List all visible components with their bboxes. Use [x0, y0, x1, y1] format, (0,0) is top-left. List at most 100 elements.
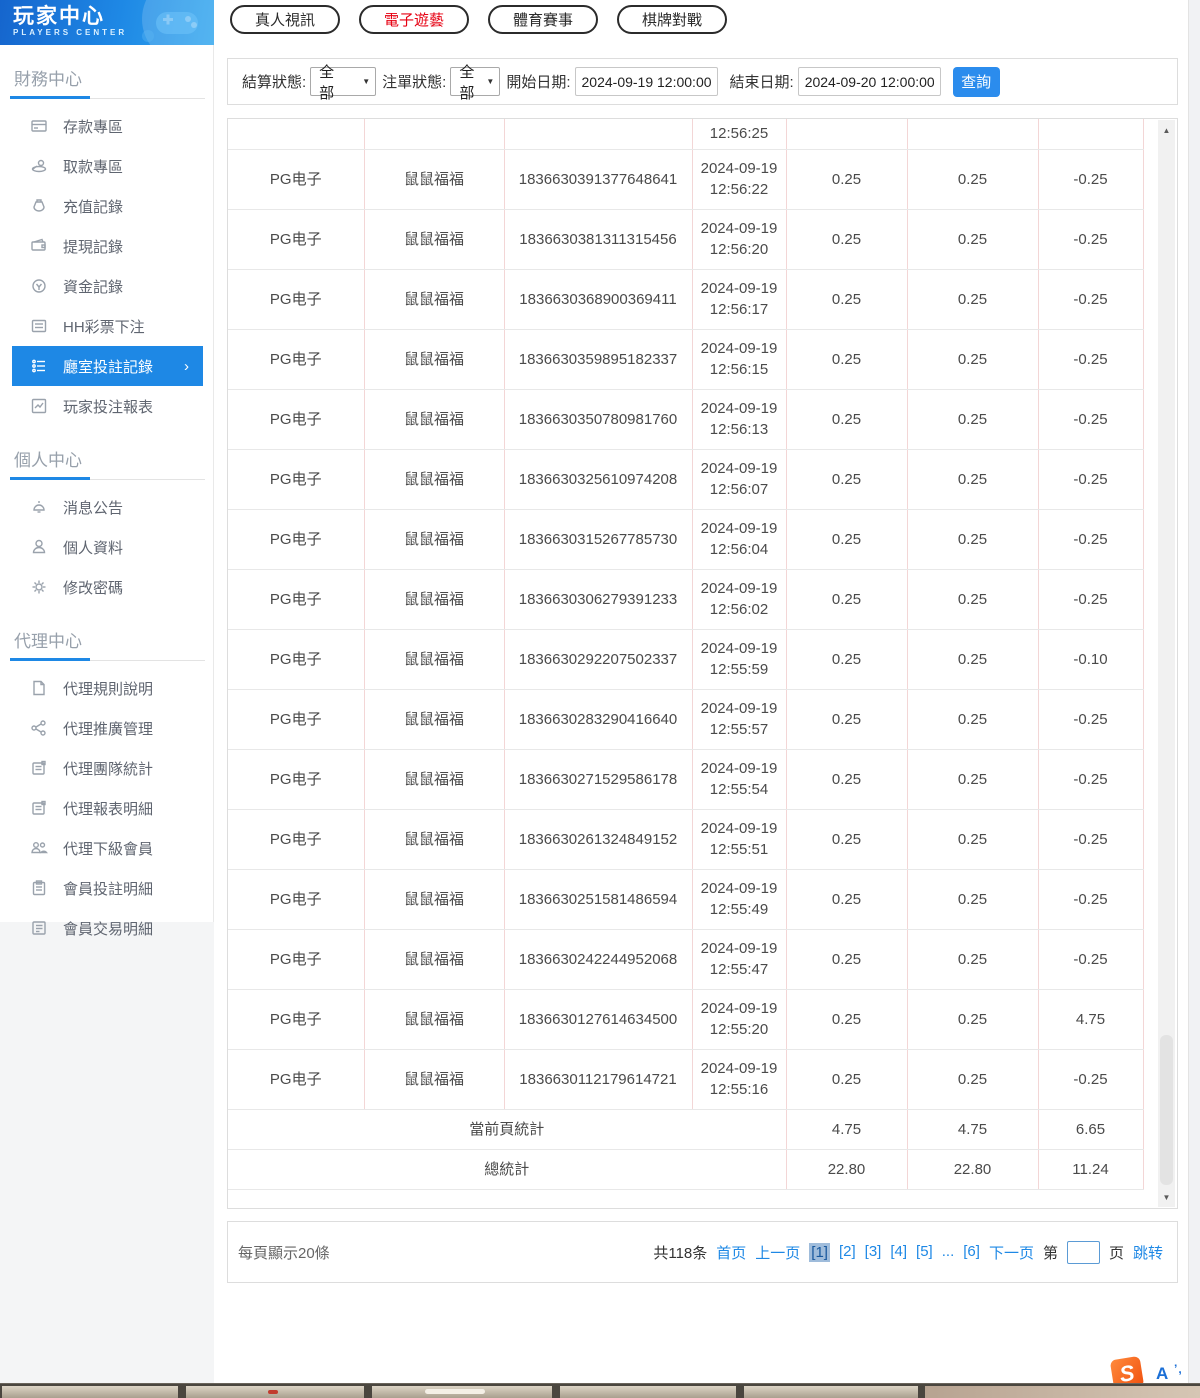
sidebar-logo: 玩家中心 PLAYERS CENTER	[0, 0, 214, 45]
sidebar-item-存款專區[interactable]: 存款專區	[0, 106, 213, 146]
scroll-up-arrow-icon[interactable]: ▲	[1158, 122, 1175, 138]
sidebar-item-label: 會員投註明細	[63, 878, 153, 899]
cell-provider: PG电子	[228, 449, 364, 509]
tab-真人視訊[interactable]: 真人視訊	[230, 5, 340, 34]
sidebar-item-提現記錄[interactable]: 提現記錄	[0, 226, 213, 266]
table-row: PG电子鼠鼠福福18366303813113154562024-09-1912:…	[228, 209, 1143, 269]
ime-mode-letter[interactable]: A	[1156, 1364, 1168, 1384]
sidebar-item-會員投註明細[interactable]: 會員投註明細	[0, 868, 213, 908]
cell-valid-bet: 0.25	[907, 809, 1038, 869]
jump-button[interactable]: 跳转	[1133, 1242, 1163, 1263]
table-scrollbar[interactable]: ▲ ▼	[1158, 120, 1175, 1207]
cell-empty	[786, 119, 907, 149]
cell-time: 2024-09-1912:56:04	[692, 509, 786, 569]
chevron-down-icon: ▼	[362, 77, 370, 86]
page-link-3[interactable]: [3]	[865, 1243, 882, 1262]
tab-電子遊藝[interactable]: 電子遊藝	[359, 5, 469, 34]
sidebar-item-label: 代理下級會員	[63, 838, 153, 859]
window-thumbnail[interactable]	[560, 1386, 736, 1398]
cell-game: 鼠鼠福福	[364, 269, 504, 329]
sidebar-item-個人資料[interactable]: 個人資料	[0, 527, 213, 567]
next-page-link[interactable]: 下一页	[989, 1242, 1034, 1263]
order-status-value: 全部	[459, 61, 478, 103]
sidebar-item-代理報表明細[interactable]: 代理報表明細	[0, 788, 213, 828]
page-link-4[interactable]: [4]	[890, 1243, 907, 1262]
sidebar-item-代理團隊統計[interactable]: 代理團隊統計	[0, 748, 213, 788]
cell-valid-bet: 0.25	[907, 209, 1038, 269]
end-date-input[interactable]	[798, 67, 941, 96]
cell-game: 鼠鼠福福	[364, 329, 504, 389]
cell-valid-bet: 0.25	[907, 749, 1038, 809]
cell-game: 鼠鼠福福	[364, 449, 504, 509]
page-link-5[interactable]: [5]	[916, 1243, 933, 1262]
sidebar-item-消息公告[interactable]: 消息公告	[0, 487, 213, 527]
cell-valid-bet: 0.25	[907, 389, 1038, 449]
cell-profit: -0.25	[1038, 449, 1143, 509]
browser-scrollbar[interactable]	[1188, 0, 1200, 1398]
cell-provider: PG电子	[228, 869, 364, 929]
cell-bet-amount: 0.25	[786, 149, 907, 209]
sidebar-item-資金記錄[interactable]: 資金記錄	[0, 266, 213, 306]
page-link-1[interactable]: [1]	[809, 1243, 830, 1262]
window-thumbnail[interactable]	[925, 1386, 1200, 1398]
settle-status-select[interactable]: 全部 ▼	[310, 67, 376, 96]
scroll-down-arrow-icon[interactable]: ▼	[1158, 1189, 1175, 1205]
main-content: 真人視訊電子遊藝體育賽事棋牌對戰 結算狀態: 全部 ▼ 注單狀態: 全部 ▼ 開…	[214, 0, 1200, 1398]
cell-bet-amount: 0.25	[786, 329, 907, 389]
cell-provider: PG电子	[228, 389, 364, 449]
start-date-input[interactable]	[575, 67, 718, 96]
report-chart-icon	[30, 397, 48, 415]
cell-bet-amount: 0.25	[786, 569, 907, 629]
cell-order-id: 1836630292207502337	[504, 629, 692, 689]
jump-page-input[interactable]	[1067, 1241, 1100, 1264]
bet-records-table-panel: 12:56:25PG电子鼠鼠福福18366303913776486412024-…	[227, 118, 1178, 1209]
cell-order-id: 1836630242244952068	[504, 929, 692, 989]
cell-provider: PG电子	[228, 689, 364, 749]
cell-time: 2024-09-1912:55:51	[692, 809, 786, 869]
sidebar-item-label: 廳室投註記錄	[63, 356, 153, 377]
tab-體育賽事[interactable]: 體育賽事	[488, 5, 598, 34]
table-row: PG电子鼠鼠福福18366302715295861782024-09-1912:…	[228, 749, 1143, 809]
cell-game: 鼠鼠福福	[364, 689, 504, 749]
sidebar-item-代理推廣管理[interactable]: 代理推廣管理	[0, 708, 213, 748]
jump-suffix-text: 页	[1109, 1242, 1124, 1263]
cell-profit: -0.25	[1038, 689, 1143, 749]
cell-time: 2024-09-1912:56:22	[692, 149, 786, 209]
cell-time: 2024-09-1912:55:59	[692, 629, 786, 689]
window-thumbnail[interactable]	[744, 1386, 918, 1398]
sidebar-item-代理下級會員[interactable]: 代理下級會員	[0, 828, 213, 868]
prev-page-link[interactable]: 上一页	[755, 1242, 800, 1263]
cell-time: 2024-09-1912:55:57	[692, 689, 786, 749]
sidebar-item-廳室投註記錄[interactable]: 廳室投註記錄›	[12, 346, 203, 386]
sidebar-item-會員交易明細[interactable]: 會員交易明細	[0, 908, 213, 948]
sidebar-item-玩家投注報表[interactable]: 玩家投注報表	[0, 386, 213, 426]
page-link-2[interactable]: [2]	[839, 1243, 856, 1262]
page-ellipsis: ...	[942, 1243, 955, 1262]
members-icon	[30, 839, 48, 857]
window-thumbnail[interactable]	[2, 1386, 178, 1398]
sidebar-item-取款專區[interactable]: 取款專區	[0, 146, 213, 186]
sidebar-item-代理規則說明[interactable]: 代理規則說明	[0, 668, 213, 708]
sidebar-item-充值記錄[interactable]: 充值記錄	[0, 186, 213, 226]
start-date-label: 開始日期:	[506, 71, 570, 92]
table-scrollbar-thumb[interactable]	[1160, 1035, 1173, 1185]
sidebar-item-label: 存款專區	[63, 116, 123, 137]
search-button[interactable]: 查詢	[953, 67, 1000, 97]
sidebar-item-HH彩票下注[interactable]: HH彩票下注	[0, 306, 213, 346]
page-link-6[interactable]: [6]	[963, 1243, 980, 1262]
cell-order-id: 1836630350780981760	[504, 389, 692, 449]
cell-profit: -0.25	[1038, 809, 1143, 869]
jump-prefix-text: 第	[1043, 1242, 1058, 1263]
first-page-link[interactable]: 首页	[716, 1242, 746, 1263]
players-center-page: 玩家中心 PLAYERS CENTER 財務中心存款專區取款專區充值記錄提現記錄…	[0, 0, 1200, 1398]
cell-game: 鼠鼠福福	[364, 569, 504, 629]
cell-order-id: 1836630381311315456	[504, 209, 692, 269]
table-row: PG电子鼠鼠福福18366301121796147212024-09-1912:…	[228, 1049, 1143, 1109]
tab-棋牌對戰[interactable]: 棋牌對戰	[617, 5, 727, 34]
sidebar-item-修改密碼[interactable]: 修改密碼	[0, 567, 213, 607]
cell-time: 2024-09-1912:55:47	[692, 929, 786, 989]
cell-provider: PG电子	[228, 749, 364, 809]
lottery-list-icon	[30, 317, 48, 335]
sidebar-item-label: 代理規則說明	[63, 678, 153, 699]
order-status-select[interactable]: 全部 ▼	[450, 67, 500, 96]
